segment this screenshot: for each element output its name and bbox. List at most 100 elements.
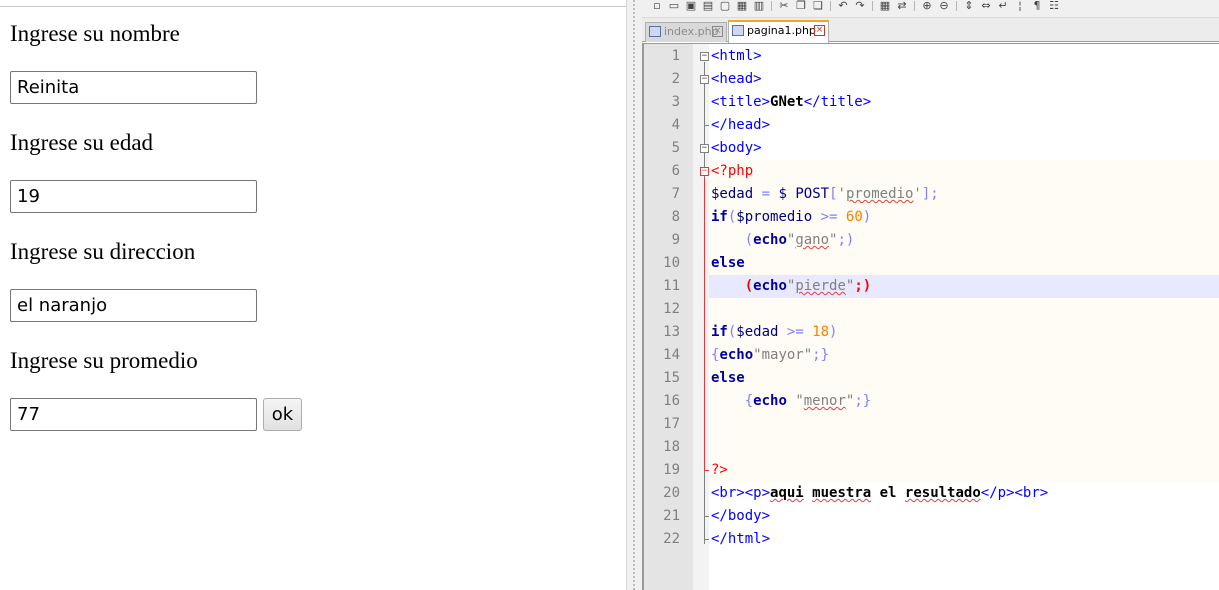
promedio-input[interactable]: 77 bbox=[10, 398, 257, 431]
undo-icon[interactable]: ↶ bbox=[836, 0, 850, 12]
redo-icon[interactable]: ↷ bbox=[853, 0, 867, 12]
paste-icon[interactable]: ❏ bbox=[811, 0, 825, 12]
code-line[interactable]: 5 <body> bbox=[642, 137, 1219, 160]
find-icon[interactable]: ▦ bbox=[878, 0, 892, 12]
line-text: (echo"pierde";) bbox=[744, 278, 872, 294]
copy-icon[interactable]: ❐ bbox=[794, 0, 808, 12]
code-line[interactable]: 20 <br><p>aqui muestra el resultado</p><b… bbox=[642, 482, 1219, 505]
ok-button[interactable]: ok bbox=[263, 398, 302, 431]
save-all-icon[interactable]: ▤ bbox=[701, 0, 715, 12]
code-line[interactable]: 17 bbox=[642, 413, 1219, 436]
open-file-icon[interactable]: ▭ bbox=[667, 0, 681, 12]
line-text: {echo "menor";} bbox=[744, 393, 872, 409]
line-text: ?> bbox=[711, 462, 728, 478]
line-number: 14 bbox=[663, 347, 680, 363]
word-wrap-icon[interactable]: ↵ bbox=[996, 0, 1010, 12]
code-line[interactable]: 13 if($edad >= 18) bbox=[642, 321, 1219, 344]
line-number: 21 bbox=[663, 508, 680, 524]
line-number: 20 bbox=[663, 485, 680, 501]
code-line[interactable]: 10 else bbox=[642, 252, 1219, 275]
splitter-grip[interactable] bbox=[633, 0, 635, 590]
code-line[interactable]: 18 bbox=[642, 436, 1219, 459]
line-text: </body> bbox=[711, 508, 771, 524]
close-all-icon[interactable]: ▦ bbox=[735, 0, 749, 12]
code-line[interactable]: 19 ?> bbox=[642, 459, 1219, 482]
editor-toolbar: ▫ ▭ ▣ ▤ ▢ ▦ ▥ ✂ ❐ ❏ ↶ ↷ ▦ ⇄ ⊕ ⊖ ⇕ ⇔ ↵ ¦ ¶ ☷ bbox=[642, 0, 1219, 18]
line-text: {echo"mayor";} bbox=[711, 347, 830, 363]
line-number: 22 bbox=[663, 531, 680, 547]
line-number: 1 bbox=[671, 48, 680, 64]
sync-horizontal-icon[interactable]: ⇔ bbox=[979, 0, 993, 12]
code-line[interactable]: 11 (echo"pierde";) bbox=[642, 275, 1219, 298]
edad-input[interactable]: 19 bbox=[10, 180, 257, 213]
close-icon[interactable]: × bbox=[712, 26, 723, 37]
close-icon[interactable]: × bbox=[814, 25, 825, 36]
editor-tab-bar: index.php × pagina1.php × bbox=[642, 18, 1219, 43]
new-file-icon[interactable]: ▫ bbox=[650, 0, 664, 12]
show-all-chars-icon[interactable]: ¶ bbox=[1030, 0, 1044, 12]
nombre-input[interactable]: Reinita bbox=[10, 71, 257, 104]
tab-label: pagina1.php bbox=[747, 24, 816, 37]
code-line[interactable]: 9 (echo"gano";) bbox=[642, 229, 1219, 252]
tab-pagina1-php[interactable]: pagina1.php × bbox=[728, 20, 829, 43]
line-number: 5 bbox=[671, 140, 680, 156]
line-number: 12 bbox=[663, 301, 680, 317]
line-text: <title>GNet</title> bbox=[711, 94, 872, 110]
cut-icon[interactable]: ✂ bbox=[777, 0, 791, 12]
line-number: 11 bbox=[663, 278, 680, 294]
line-number: 4 bbox=[671, 117, 680, 133]
code-line[interactable]: 1 <html> bbox=[642, 45, 1219, 68]
file-icon bbox=[649, 26, 661, 37]
code-line[interactable]: 21 </body> bbox=[642, 505, 1219, 528]
code-editor: ▫ ▭ ▣ ▤ ▢ ▦ ▥ ✂ ❐ ❏ ↶ ↷ ▦ ⇄ ⊕ ⊖ ⇕ ⇔ ↵ ¦ ¶ ☷ index.php × pagin… bbox=[642, 0, 1219, 590]
toolbar-separator bbox=[914, 1, 915, 11]
toolbar-separator bbox=[956, 1, 957, 11]
line-number: 8 bbox=[671, 209, 680, 225]
user-lang-icon[interactable]: ☷ bbox=[1047, 0, 1061, 12]
code-line[interactable]: 3 <title>GNet</title> bbox=[642, 91, 1219, 114]
line-number: 3 bbox=[671, 94, 680, 110]
line-number: 17 bbox=[663, 416, 680, 432]
code-line[interactable]: 15 else bbox=[642, 367, 1219, 390]
code-line[interactable]: 6 <?php bbox=[642, 160, 1219, 183]
close-icon[interactable]: ▢ bbox=[718, 0, 732, 12]
code-line[interactable]: 4 </head> bbox=[642, 114, 1219, 137]
print-icon[interactable]: ▥ bbox=[752, 0, 766, 12]
toolbar-separator bbox=[830, 1, 831, 11]
save-icon[interactable]: ▣ bbox=[684, 0, 698, 12]
replace-icon[interactable]: ⇄ bbox=[895, 0, 909, 12]
toolbar-separator bbox=[771, 1, 772, 11]
line-text: <body> bbox=[711, 140, 762, 156]
code-line[interactable]: 12 bbox=[642, 298, 1219, 321]
line-text: <html> bbox=[711, 48, 762, 64]
line-number: 15 bbox=[663, 370, 680, 386]
pane-splitter[interactable] bbox=[626, 0, 642, 590]
zoom-out-icon[interactable]: ⊖ bbox=[937, 0, 951, 12]
line-text: <head> bbox=[711, 71, 762, 87]
nombre-label: Ingrese su nombre bbox=[10, 21, 180, 46]
line-number: 10 bbox=[663, 255, 680, 271]
sync-vertical-icon[interactable]: ⇕ bbox=[962, 0, 976, 12]
line-number: 19 bbox=[663, 462, 680, 478]
code-line[interactable]: 2 <head> bbox=[642, 68, 1219, 91]
line-number: 6 bbox=[671, 163, 680, 179]
code-line[interactable]: 7 $edad = $ POST['promedio']; bbox=[642, 183, 1219, 206]
promedio-label: Ingrese su promedio bbox=[10, 348, 198, 373]
line-text: <?php bbox=[711, 163, 754, 179]
line-text: (echo"gano";) bbox=[744, 232, 855, 248]
line-text: </html> bbox=[711, 531, 771, 547]
code-line[interactable]: 16 {echo "menor";} bbox=[642, 390, 1219, 413]
code-line[interactable]: 8 if($promedio >= 60) bbox=[642, 206, 1219, 229]
file-icon bbox=[732, 25, 744, 36]
direccion-input[interactable]: el naranjo bbox=[10, 289, 257, 322]
line-number: 13 bbox=[663, 324, 680, 340]
zoom-in-icon[interactable]: ⊕ bbox=[920, 0, 934, 12]
indent-guide-icon[interactable]: ¦ bbox=[1013, 0, 1027, 12]
code-line[interactable]: 14 {echo"mayor";} bbox=[642, 344, 1219, 367]
line-text: else bbox=[711, 255, 745, 271]
line-number: 7 bbox=[671, 186, 680, 202]
browser-viewport: Ingrese su nombre Reinita Ingrese su eda… bbox=[0, 0, 626, 590]
code-line[interactable]: 22 </html> bbox=[642, 528, 1219, 551]
line-text: $edad = $ POST['promedio']; bbox=[711, 186, 939, 202]
tab-index-php[interactable]: index.php × bbox=[645, 22, 727, 42]
